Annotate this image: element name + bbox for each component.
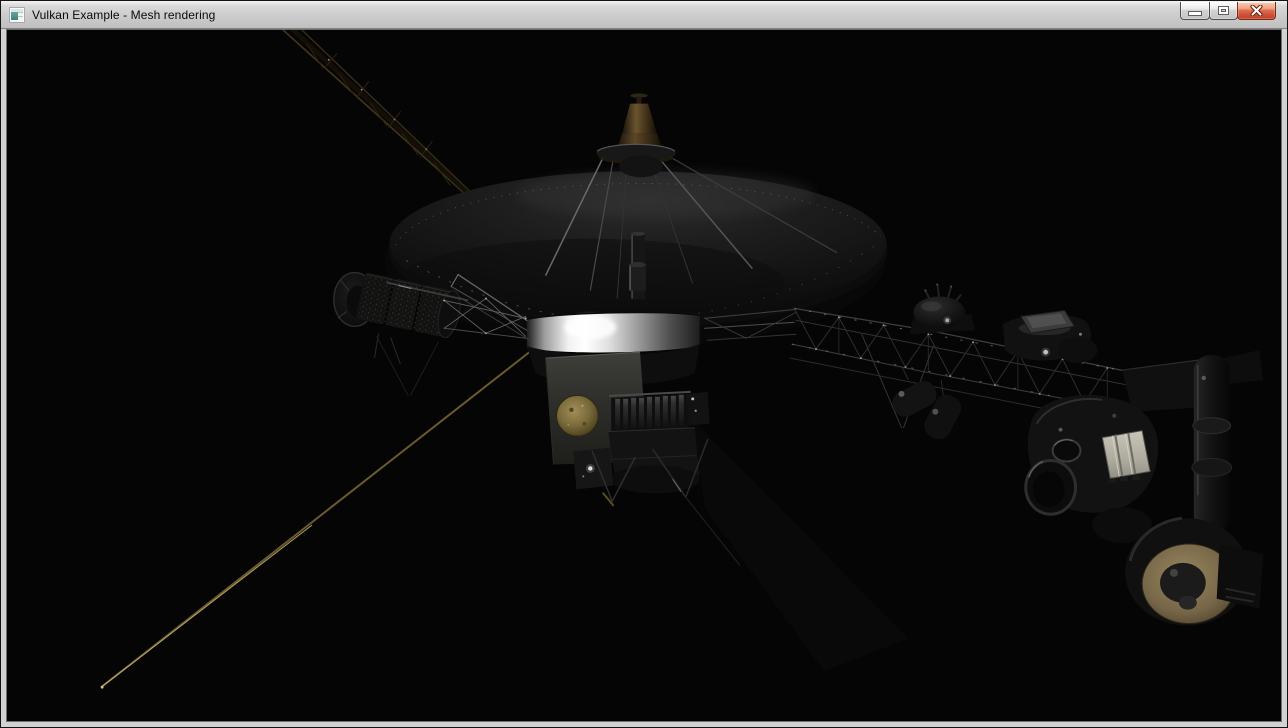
platform-arm	[1192, 355, 1232, 532]
title-bar[interactable]: Vulkan Example - Mesh rendering	[1, 1, 1287, 29]
maximize-icon	[1219, 7, 1228, 14]
close-button[interactable]	[1237, 2, 1276, 20]
maximize-button[interactable]	[1209, 2, 1238, 20]
golden-record	[557, 395, 599, 436]
app-window: Vulkan Example - Mesh rendering	[0, 0, 1288, 728]
platform-side-box	[1217, 544, 1264, 609]
app-icon	[9, 7, 25, 23]
feed-sub-mast	[629, 232, 646, 300]
close-icon	[1250, 5, 1263, 16]
spacecraft-scene	[7, 30, 1281, 721]
caption-buttons	[1181, 2, 1276, 20]
louver-panel	[609, 392, 691, 434]
minimize-icon	[1189, 12, 1201, 15]
window-title: Vulkan Example - Mesh rendering	[32, 8, 215, 22]
render-viewport[interactable]	[6, 29, 1282, 722]
minimize-button[interactable]	[1180, 2, 1210, 20]
